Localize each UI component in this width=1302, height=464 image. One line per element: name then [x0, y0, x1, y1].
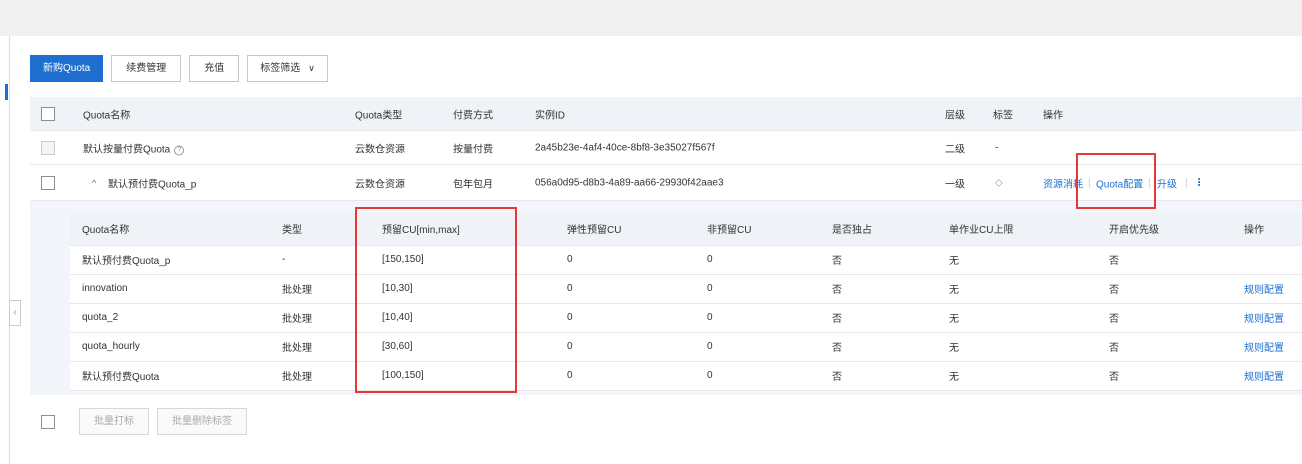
buy-quota-button[interactable]: 新购Quota	[30, 55, 104, 82]
collapse-sidebar-icon[interactable]: ‹	[9, 300, 21, 326]
sub-elastic-cu-cell: 0	[555, 245, 695, 275]
sub-priority-cell: 否	[1097, 303, 1232, 333]
bulk-actions-bar: 批量打标 批量删除标签	[30, 408, 247, 435]
sub-name-cell: innovation	[70, 274, 270, 304]
sub-non-reserved-cu-cell: 0	[695, 332, 820, 362]
sub-job-cu-limit-cell: 无	[937, 332, 1097, 362]
sub-job-cu-limit-cell: 无	[937, 303, 1097, 333]
tag-filter-label: 标签筛选	[260, 63, 301, 74]
header-tag: 标签	[993, 110, 1013, 121]
sub-quota-table: Quota名称 类型 预留CU[min,max] 弹性预留CU 非预留CU 是否…	[70, 213, 1302, 391]
table-row: innovation 批处理 [10,30] 0 0 否 无 否 规则配置	[70, 274, 1302, 304]
sub-elastic-cu-cell: 0	[555, 361, 695, 391]
sub-header-exclusive: 是否独占	[820, 213, 937, 246]
table-row: quota_2 批处理 [10,40] 0 0 否 无 否 规则配置	[70, 303, 1302, 333]
sub-job-cu-limit-cell: 无	[937, 274, 1097, 304]
sub-non-reserved-cu-cell: 0	[695, 303, 820, 333]
sub-name-cell: 默认预付费Quota	[70, 361, 270, 391]
select-all-checkbox[interactable]	[41, 106, 55, 121]
tag-cell: -	[995, 142, 999, 153]
row-checkbox-disabled	[41, 140, 55, 155]
quota-name-text: 默认按量付费Quota	[83, 144, 171, 155]
recharge-button[interactable]: 充值	[189, 55, 240, 82]
sub-table-header-row: Quota名称 类型 预留CU[min,max] 弹性预留CU 非预留CU 是否…	[70, 213, 1302, 246]
sub-exclusive-cell: 否	[820, 361, 937, 391]
table-row: 默认预付费Quota 批处理 [100,150] 0 0 否 无 否 规则配置	[70, 361, 1302, 391]
quota-type-cell: 云数仓资源	[355, 179, 405, 190]
quota-type-cell: 云数仓资源	[355, 144, 405, 155]
sub-header-elastic-cu: 弹性预留CU	[555, 213, 695, 246]
sub-elastic-cu-cell: 0	[555, 332, 695, 362]
reserved-cu-highlight-box	[355, 207, 517, 393]
sub-non-reserved-cu-cell: 0	[695, 274, 820, 304]
sub-header-name: Quota名称	[70, 213, 270, 246]
quota-name-cell: 默认按量付费Quota?	[83, 140, 185, 155]
table-row: quota_hourly 批处理 [30,60] 0 0 否 无 否 规则配置	[70, 332, 1302, 362]
table-row: 默认预付费Quota_p - [150,150] 0 0 否 无 否	[70, 245, 1302, 275]
rule-config-link[interactable]: 规则配置	[1232, 332, 1302, 362]
batch-delete-tag-button[interactable]: 批量删除标签	[157, 408, 247, 435]
sub-job-cu-limit-cell: 无	[937, 245, 1097, 275]
instance-id-cell: 056a0d95-d8b3-4a89-aa66-29930f42aae3	[535, 177, 724, 188]
sub-job-cu-limit-cell: 无	[937, 361, 1097, 391]
sub-elastic-cu-cell: 0	[555, 303, 695, 333]
expand-toggle-icon[interactable]: ^	[92, 178, 96, 188]
sub-priority-cell: 否	[1097, 274, 1232, 304]
info-icon[interactable]: ?	[174, 145, 185, 155]
rule-config-link[interactable]: 规则配置	[1232, 303, 1302, 333]
chevron-down-icon: ∨	[308, 63, 315, 73]
pay-method-cell: 包年包月	[453, 179, 493, 190]
sub-header-priority: 开启优先级	[1097, 213, 1232, 246]
sub-priority-cell: 否	[1097, 361, 1232, 391]
batch-tag-button[interactable]: 批量打标	[79, 408, 149, 435]
pay-method-cell: 按量付费	[453, 144, 493, 155]
instance-id-cell: 2a45b23e-4af4-40ce-8bf8-3e35027f567f	[535, 142, 715, 153]
header-level: 层级	[945, 110, 965, 121]
sub-priority-cell: 否	[1097, 245, 1232, 275]
active-nav-indicator	[5, 84, 8, 100]
left-sidebar-edge	[0, 36, 10, 464]
rule-config-link[interactable]: 规则配置	[1232, 274, 1302, 304]
top-header-bar	[0, 0, 1302, 36]
sub-header-non-reserved-cu: 非预留CU	[695, 213, 820, 246]
sub-non-reserved-cu-cell: 0	[695, 245, 820, 275]
quota-name-cell: 默认预付费Quota_p	[108, 179, 197, 190]
tag-icon[interactable]: ◇	[995, 177, 1003, 188]
rule-config-link[interactable]: 规则配置	[1232, 361, 1302, 391]
tag-filter-dropdown[interactable]: 标签筛选 ∨	[247, 55, 328, 82]
quota-config-highlight-box	[1076, 153, 1156, 209]
level-cell: 二级	[945, 144, 965, 155]
sub-exclusive-cell: 否	[820, 245, 937, 275]
sub-elastic-cu-cell: 0	[555, 274, 695, 304]
sub-name-cell: 默认预付费Quota_p	[70, 245, 270, 275]
table-header-row: Quota名称 Quota类型 付费方式 实例ID 层级 标签 操作	[30, 97, 1302, 131]
sub-non-reserved-cu-cell: 0	[695, 361, 820, 391]
header-operations: 操作	[1043, 110, 1063, 121]
renew-management-button[interactable]: 续费管理	[111, 55, 182, 82]
sub-name-cell: quota_2	[70, 303, 270, 333]
sub-exclusive-cell: 否	[820, 332, 937, 362]
row-checkbox[interactable]	[41, 175, 55, 190]
header-quota-name: Quota名称	[83, 110, 131, 121]
level-cell: 一级	[945, 179, 965, 190]
sub-header-job-cu-limit: 单作业CU上限	[937, 213, 1097, 246]
header-instance-id: 实例ID	[535, 110, 565, 121]
sub-exclusive-cell: 否	[820, 274, 937, 304]
upgrade-link[interactable]: 升级	[1157, 175, 1177, 190]
more-actions-icon[interactable]: ⋮	[1194, 177, 1204, 188]
sub-name-cell: quota_hourly	[70, 332, 270, 362]
divider: |	[1185, 177, 1188, 188]
toolbar: 新购Quota 续费管理 充值 标签筛选 ∨	[30, 55, 328, 82]
bulk-select-checkbox[interactable]	[41, 414, 55, 429]
sub-header-operations: 操作	[1232, 213, 1302, 246]
header-quota-type: Quota类型	[355, 110, 403, 121]
header-pay-method: 付费方式	[453, 110, 493, 121]
sub-priority-cell: 否	[1097, 332, 1232, 362]
rule-config-link[interactable]	[1232, 245, 1302, 275]
sub-quota-panel: Quota名称 类型 预留CU[min,max] 弹性预留CU 非预留CU 是否…	[30, 201, 1302, 395]
sub-exclusive-cell: 否	[820, 303, 937, 333]
